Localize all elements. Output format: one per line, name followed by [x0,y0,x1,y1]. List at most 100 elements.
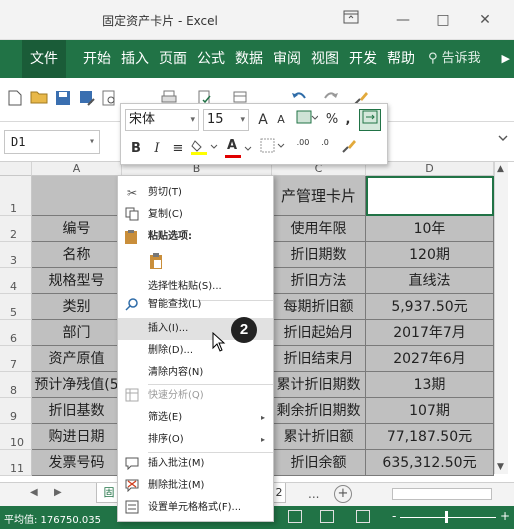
tab-formulas[interactable]: 公式 [194,40,228,78]
cell-d8[interactable]: 13期 [366,372,494,398]
font-name-box[interactable]: 宋体 ▾ [125,109,199,131]
zoom-in-button[interactable]: + [500,509,510,523]
menu-item-quick-analysis[interactable]: 快速分析(Q) [118,385,273,407]
row-header-6[interactable]: 6 [0,320,32,346]
column-header-a[interactable]: A [32,162,122,176]
cell-c8[interactable]: 累计折旧期数 [272,372,366,398]
cell-d5[interactable]: 5,937.50元 [366,294,494,320]
cell-a11[interactable]: 发票号码 [32,450,122,476]
sheet-next-icon[interactable]: ▶ [54,487,62,498]
font-size-box[interactable]: 15 ▾ [203,109,249,131]
new-file-icon[interactable] [6,90,24,108]
chevron-down-icon[interactable]: ▾ [89,131,95,153]
row-header-8[interactable]: 8 [0,372,32,398]
cell-c10[interactable]: 累计折旧额 [272,424,366,450]
cell-c11[interactable]: 折旧余额 [272,450,366,476]
cell-c2[interactable]: 使用年限 [272,216,366,242]
page-break-view-icon[interactable] [356,510,370,523]
expand-formula-bar-icon[interactable] [498,134,508,145]
scroll-down-icon[interactable]: ▼ [497,462,504,472]
select-all-corner[interactable] [0,162,32,176]
cell-a10[interactable]: 购进日期 [32,424,122,450]
cell-a6[interactable]: 部门 [32,320,122,346]
zoom-slider-thumb[interactable] [445,511,448,523]
menu-item-smart-lookup[interactable]: 智能查找(L) [118,294,273,316]
horizontal-scrollbar[interactable] [392,488,492,500]
open-folder-icon[interactable] [30,90,48,108]
save-as-icon[interactable] [78,90,96,108]
cell-c7[interactable]: 折旧结束月 [272,346,366,372]
tab-home[interactable]: 开始 [80,40,114,78]
decrease-decimal-button[interactable]: .0 [315,138,335,160]
close-button[interactable]: ✕ [474,10,496,30]
tab-view[interactable]: 视图 [308,40,342,78]
chevron-down-icon[interactable]: ▾ [240,110,245,130]
maximize-button[interactable]: □ [432,10,454,30]
chevron-down-icon[interactable]: ▾ [190,110,195,130]
row-header-3[interactable]: 3 [0,242,32,268]
tab-developer[interactable]: 开发 [346,40,380,78]
cell-d1[interactable] [366,176,494,216]
cell-d6[interactable]: 2017年7月 [366,320,494,346]
format-painter-icon[interactable] [339,138,359,160]
tell-me-search[interactable]: ⚲ 告诉我 [428,40,481,78]
row-header-5[interactable]: 5 [0,294,32,320]
font-color-button[interactable]: A [225,138,255,160]
cell-c9[interactable]: 剩余折旧期数 [272,398,366,424]
menu-item-cut[interactable]: ✂ 剪切(T) [118,182,273,204]
cell-a3[interactable]: 名称 [32,242,122,268]
cell-a4[interactable]: 规格型号 [32,268,122,294]
page-layout-view-icon[interactable] [320,510,334,523]
cell-a2[interactable]: 编号 [32,216,122,242]
tab-page-layout[interactable]: 页面 [156,40,190,78]
zoom-out-button[interactable]: - [392,509,396,523]
cell-a5[interactable]: 类别 [32,294,122,320]
save-icon[interactable] [54,90,72,108]
cell-a1[interactable] [32,176,122,216]
row-header-2[interactable]: 2 [0,216,32,242]
menu-item-sort[interactable]: 排序(O) ▸ [118,429,273,451]
sheet-prev-icon[interactable]: ◀ [30,487,38,498]
menu-item-copy[interactable]: 复制(C) [118,204,273,226]
row-header-7[interactable]: 7 [0,346,32,372]
paste-option-default[interactable] [118,248,273,274]
menu-item-format-cells[interactable]: 设置单元格格式(F)... [118,497,273,519]
cell-d7[interactable]: 2027年6月 [366,346,494,372]
increase-decimal-button[interactable]: .00 [293,138,313,160]
scroll-up-icon[interactable]: ▲ [497,164,504,174]
add-sheet-button[interactable]: + [334,485,352,503]
minimize-button[interactable]: — [392,10,414,30]
name-box[interactable]: D1 ▾ [4,130,100,154]
cell-a7[interactable]: 资产原值 [32,346,122,372]
fill-color-button[interactable] [189,138,223,160]
cell-d9[interactable]: 107期 [366,398,494,424]
tab-data[interactable]: 数据 [232,40,266,78]
tab-review[interactable]: 审阅 [270,40,304,78]
bold-button[interactable]: B [127,138,145,160]
row-header-10[interactable]: 10 [0,424,32,450]
more-sheets-button[interactable]: ... [308,487,319,501]
print-preview-icon[interactable] [100,90,118,108]
merge-center-button[interactable] [359,109,381,131]
comma-style-button[interactable]: , [341,109,355,131]
ribbon-scroll-right-icon[interactable]: ▶ [502,52,510,65]
cell-c3[interactable]: 折旧期数 [272,242,366,268]
shrink-font-button[interactable]: A [273,109,289,131]
menu-item-filter[interactable]: 筛选(E) ▸ [118,407,273,429]
cell-d3[interactable]: 120期 [366,242,494,268]
italic-button[interactable]: I [149,138,165,160]
cell-a8[interactable]: 预计净残值(5 [32,372,122,398]
cell-d11[interactable]: 635,312.50元 [366,450,494,476]
row-header-1[interactable]: 1 [0,176,32,216]
ribbon-display-icon[interactable] [340,10,362,30]
grow-font-button[interactable]: A [255,109,271,131]
cell-c1[interactable]: 产管理卡片 [272,176,366,216]
number-format-button[interactable] [293,109,321,131]
row-header-11[interactable]: 11 [0,450,32,476]
row-header-4[interactable]: 4 [0,268,32,294]
menu-item-delete-comment[interactable]: 删除批注(M) [118,475,273,497]
zoom-slider-track[interactable] [400,517,496,518]
cell-a9[interactable]: 折旧基数 [32,398,122,424]
tab-file[interactable]: 文件 [22,40,66,78]
vertical-scrollbar[interactable]: ▲ ▼ [494,162,508,474]
